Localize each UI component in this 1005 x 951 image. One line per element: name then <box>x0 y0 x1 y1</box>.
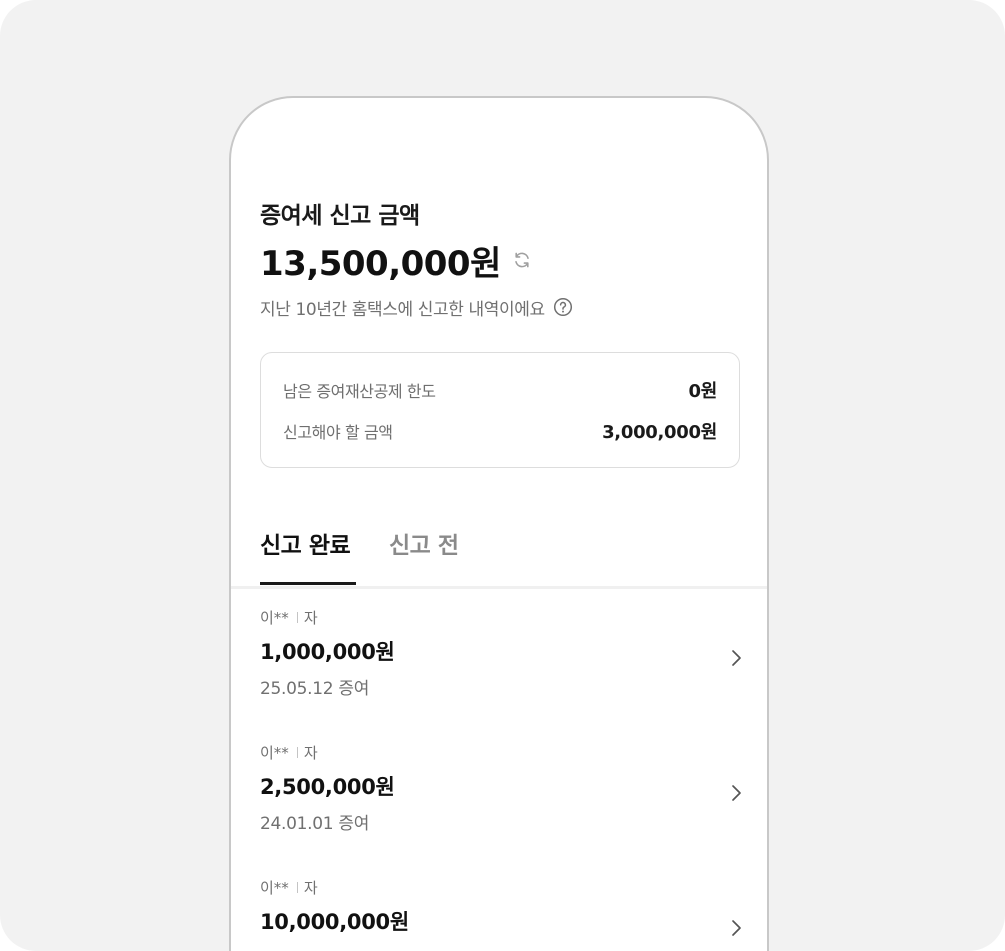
recipient-relation: 자 <box>303 878 318 897</box>
tab-not-reported[interactable]: 신고 전 <box>389 526 459 560</box>
gift-amount: 1,000,000원 <box>260 640 395 664</box>
gift-tax-report-screen: 증여세 신고 금액 13,500,000원 지난 10년간 홈택스에 신고한 내… <box>231 98 767 951</box>
recipient-relation: 자 <box>303 743 318 762</box>
chevron-right-icon <box>732 920 741 936</box>
chevron-right-icon <box>732 785 741 801</box>
meta-divider <box>296 746 298 758</box>
tab-reported[interactable]: 신고 완료 <box>260 526 351 560</box>
summary-row-remaining-deduction: 남은 증여재산공제 한도 0원 <box>283 377 717 403</box>
gift-date: 25.05.12 증여 <box>260 679 370 699</box>
recipient-name: 이** <box>260 608 289 627</box>
list-item[interactable]: 이** 자 10,000,000원 <box>231 876 767 951</box>
summary-label: 남은 증여재산공제 한도 <box>283 382 436 401</box>
meta-divider <box>296 611 298 623</box>
total-amount-row: 13,500,000원 <box>260 236 533 284</box>
screen-backdrop: 증여세 신고 금액 13,500,000원 지난 10년간 홈택스에 신고한 내… <box>0 0 1005 951</box>
help-circle-icon[interactable] <box>553 297 573 317</box>
gift-amount: 10,000,000원 <box>260 910 409 934</box>
summary-value: 0원 <box>688 381 718 402</box>
report-status-tabs: 신고 완료 신고 전 <box>231 518 767 589</box>
page-title: 증여세 신고 금액 <box>260 203 420 229</box>
active-tab-indicator <box>260 582 356 585</box>
summary-row-amount-to-report: 신고해야 할 금액 3,000,000원 <box>283 418 717 444</box>
gift-date: 24.01.01 증여 <box>260 814 370 834</box>
total-amount: 13,500,000원 <box>260 243 501 284</box>
list-item[interactable]: 이** 자 1,000,000원 25.05.12 증여 <box>231 606 767 716</box>
recipient-relation: 자 <box>303 608 318 627</box>
summary-label: 신고해야 할 금액 <box>283 423 393 442</box>
list-item[interactable]: 이** 자 2,500,000원 24.01.01 증여 <box>231 741 767 851</box>
history-note: 지난 10년간 홈택스에 신고한 내역이에요 <box>260 299 545 320</box>
recipient-name: 이** <box>260 878 289 897</box>
phone-frame: 증여세 신고 금액 13,500,000원 지난 10년간 홈택스에 신고한 내… <box>229 96 769 951</box>
summary-value: 3,000,000원 <box>602 422 717 443</box>
history-note-row: 지난 10년간 홈택스에 신고한 내역이에요 <box>260 294 573 320</box>
chevron-right-icon <box>732 650 741 666</box>
meta-divider <box>296 881 298 893</box>
deduction-summary-card: 남은 증여재산공제 한도 0원 신고해야 할 금액 3,000,000원 <box>260 352 740 468</box>
recipient-meta: 이** 자 <box>260 741 318 763</box>
refresh-icon[interactable] <box>511 249 533 271</box>
gift-amount: 2,500,000원 <box>260 775 395 799</box>
recipient-meta: 이** 자 <box>260 606 318 628</box>
recipient-name: 이** <box>260 743 289 762</box>
recipient-meta: 이** 자 <box>260 876 318 898</box>
